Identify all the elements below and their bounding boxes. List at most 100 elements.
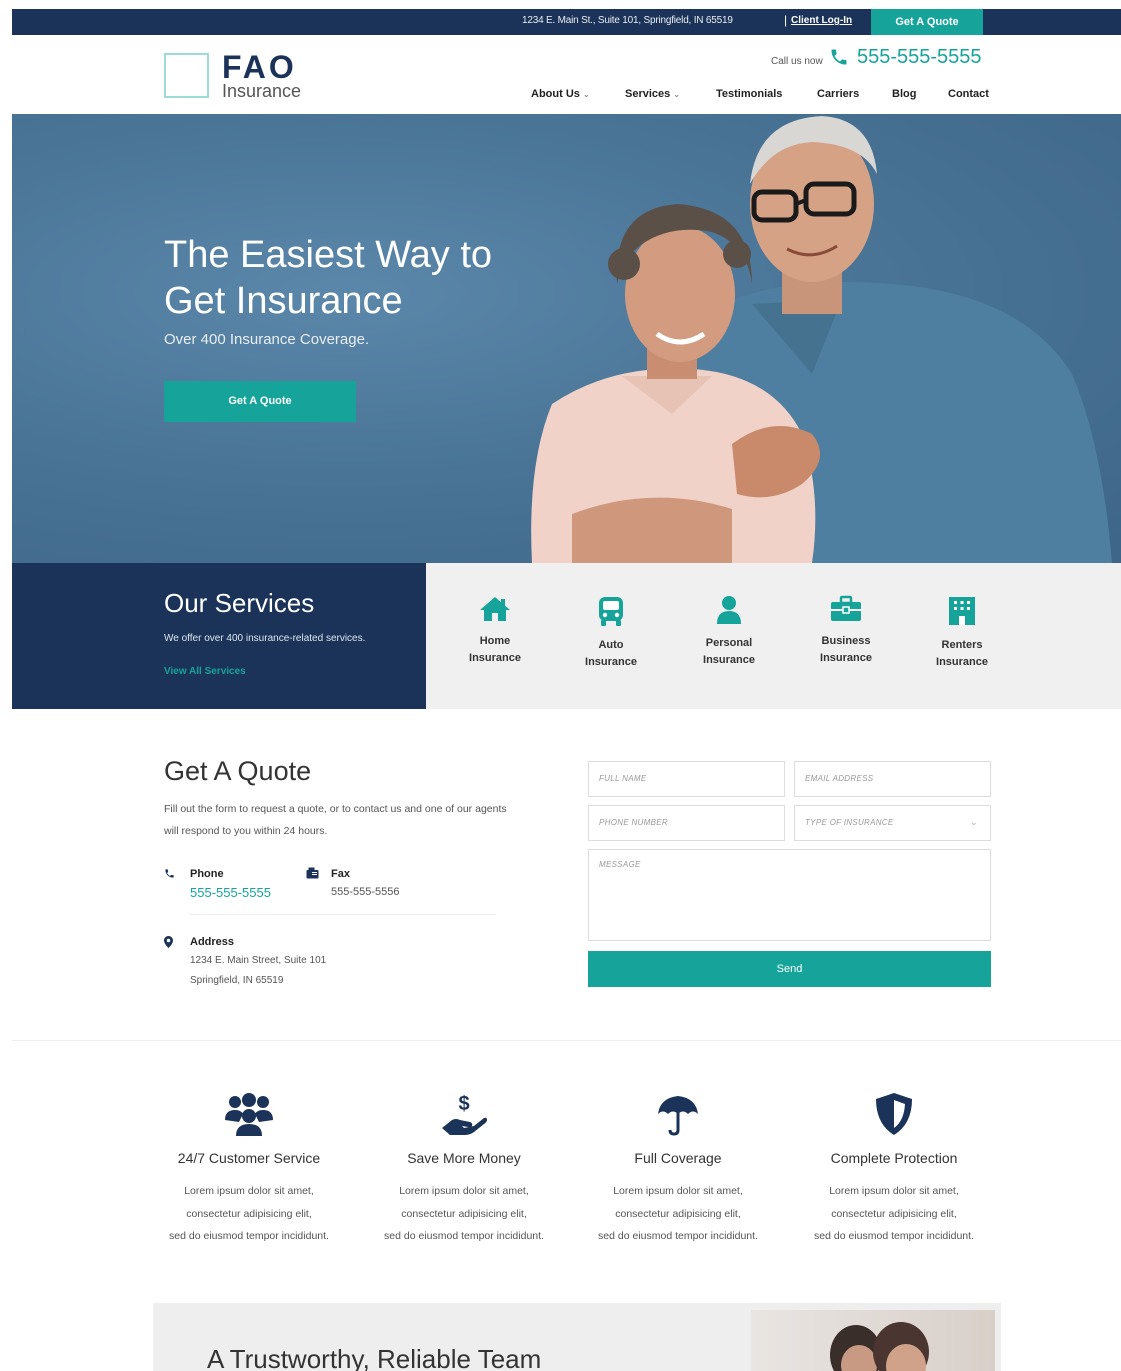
contact-phone-value[interactable]: 555-555-5555 xyxy=(190,885,271,900)
client-login-link[interactable]: Client Log-In xyxy=(791,15,852,26)
car-icon xyxy=(599,597,623,626)
feature-line: consectetur adipisicing elit, xyxy=(831,1207,957,1220)
email-field[interactable]: EMAIL ADDRESS xyxy=(794,761,991,797)
feature-full-coverage: Full Coverage Lorem ipsum dolor sit amet… xyxy=(578,1092,778,1248)
feature-title: Complete Protection xyxy=(830,1150,958,1166)
umbrella-icon xyxy=(658,1096,698,1136)
feature-line: sed do eiusmod tempor incididunt. xyxy=(169,1230,329,1242)
feature-line: consectetur adipisicing elit, xyxy=(615,1207,741,1220)
nav-blog[interactable]: Blog xyxy=(892,88,916,100)
feature-line: consectetur adipisicing elit, xyxy=(401,1207,527,1220)
logo-mark[interactable] xyxy=(164,53,209,98)
feature-description: Lorem ipsum dolor sit amet, consectetur … xyxy=(578,1180,778,1248)
feature-title: 24/7 Customer Service xyxy=(177,1150,321,1166)
hero-title-line-2: Get Insurance xyxy=(164,280,403,322)
contact-fax-label: Fax xyxy=(331,868,350,880)
feature-customer-service: 24/7 Customer Service Lorem ipsum dolor … xyxy=(149,1092,349,1248)
service-label-line1: Personal xyxy=(705,637,753,649)
contact-address-line2: Springfield, IN 65519 xyxy=(190,975,284,986)
service-label-line2: Insurance xyxy=(703,654,755,666)
feature-line: Lorem ipsum dolor sit amet, xyxy=(613,1185,743,1197)
hero-title-line-1: The Easiest Way to xyxy=(164,234,493,276)
nav-services-label: Services xyxy=(625,88,671,100)
svg-text:$: $ xyxy=(458,1093,469,1115)
service-label-line2: Insurance xyxy=(936,656,988,668)
map-pin-icon xyxy=(164,936,173,948)
services-description: We offer over 400 insurance-related serv… xyxy=(164,633,366,644)
chevron-down-icon: ⌄ xyxy=(582,90,590,99)
contact-divider xyxy=(190,914,496,915)
nav-services[interactable]: Services ⌄ xyxy=(625,88,680,100)
contact-fax-value: 555-555-5556 xyxy=(331,886,400,898)
feature-title: Full Coverage xyxy=(634,1150,722,1166)
feature-line: Lorem ipsum dolor sit amet, xyxy=(399,1185,529,1197)
service-auto-insurance[interactable]: Auto Insurance xyxy=(561,595,661,671)
nav-testimonials[interactable]: Testimonials xyxy=(716,88,782,100)
insurance-type-placeholder: TYPE OF INSURANCE xyxy=(805,818,894,827)
nav-about-us-label: About Us xyxy=(531,88,580,100)
feature-description: Lorem ipsum dolor sit amet, consectetur … xyxy=(149,1180,349,1248)
briefcase-icon xyxy=(831,595,861,621)
nav-carriers[interactable]: Carriers xyxy=(817,88,859,100)
quote-title: Get A Quote xyxy=(164,756,312,786)
service-home-insurance[interactable]: Home Insurance xyxy=(445,595,545,667)
fax-icon xyxy=(306,867,319,879)
service-label-line1: Auto xyxy=(598,639,624,651)
contact-address-label: Address xyxy=(190,936,235,948)
send-button[interactable]: Send xyxy=(588,951,991,987)
feature-description: Lorem ipsum dolor sit amet, consectetur … xyxy=(794,1180,994,1248)
phone-number-field[interactable]: PHONE NUMBER xyxy=(588,805,785,841)
nav-about-us[interactable]: About Us ⌄ xyxy=(531,88,590,100)
service-label-line1: Renters xyxy=(941,639,983,651)
contact-address-line1: 1234 E. Main Street, Suite 101 xyxy=(190,955,327,966)
contact-phone-label: Phone xyxy=(190,868,224,880)
service-personal-insurance[interactable]: Personal Insurance xyxy=(679,595,779,669)
team-photo xyxy=(751,1310,995,1371)
building-icon xyxy=(949,597,975,625)
service-renters-insurance[interactable]: Renters Insurance xyxy=(912,595,1012,671)
chevron-down-icon: ⌄ xyxy=(970,817,978,827)
header-phone-link[interactable]: 555-555-5555 xyxy=(857,46,982,69)
view-all-services-link[interactable]: View All Services xyxy=(164,666,246,677)
shield-icon xyxy=(876,1093,912,1135)
feature-title: Save More Money xyxy=(407,1150,521,1166)
money-hand-icon: $ xyxy=(442,1093,487,1135)
feature-line: Lorem ipsum dolor sit amet, xyxy=(184,1185,314,1197)
logo-subtext: Insurance xyxy=(222,81,302,101)
feature-line: consectetur adipisicing elit, xyxy=(186,1207,312,1220)
feature-complete-protection: Complete Protection Lorem ipsum dolor si… xyxy=(794,1092,994,1248)
hero-subtitle: Over 400 Insurance Coverage. xyxy=(164,331,370,348)
feature-save-money: $ Save More Money Lorem ipsum dolor sit … xyxy=(364,1092,564,1248)
service-label-line2: Insurance xyxy=(585,656,637,668)
hero-get-quote-button[interactable]: Get A Quote xyxy=(164,381,356,422)
top-address: 1234 E. Main St., Suite 101, Springfield… xyxy=(522,15,733,26)
service-business-insurance[interactable]: Business Insurance xyxy=(796,595,896,667)
call-label: Call us now xyxy=(771,56,823,67)
feature-line: sed do eiusmod tempor incididunt. xyxy=(384,1230,544,1242)
top-get-quote-button[interactable]: Get A Quote xyxy=(871,9,983,35)
feature-line: sed do eiusmod tempor incididunt. xyxy=(814,1230,974,1242)
insurance-type-select[interactable]: TYPE OF INSURANCE ⌄ xyxy=(794,805,991,841)
feature-description: Lorem ipsum dolor sit amet, consectetur … xyxy=(364,1180,564,1248)
phone-icon xyxy=(831,49,847,65)
service-label-line2: Insurance xyxy=(820,652,872,664)
chevron-down-icon: ⌄ xyxy=(673,90,681,99)
people-group-icon xyxy=(225,1093,273,1136)
message-textarea[interactable]: MESSAGE xyxy=(588,849,991,941)
quote-description: Fill out the form to request a quote, or… xyxy=(164,803,507,837)
nav-contact[interactable]: Contact xyxy=(948,88,989,100)
services-title: Our Services xyxy=(164,588,315,618)
service-label-line2: Insurance xyxy=(469,652,521,664)
top-bar: 1234 E. Main St., Suite 101, Springfield… xyxy=(12,9,1121,35)
feature-line: Lorem ipsum dolor sit amet, xyxy=(829,1185,959,1197)
service-label-line1: Business xyxy=(821,635,871,647)
person-icon xyxy=(717,596,741,624)
trust-title: A Trustworthy, Reliable Team xyxy=(207,1344,542,1371)
feature-line: sed do eiusmod tempor incididunt. xyxy=(598,1230,758,1242)
house-icon xyxy=(480,597,510,621)
full-name-field[interactable]: FULL NAME xyxy=(588,761,785,797)
phone-icon xyxy=(165,869,174,878)
service-label-line1: Home xyxy=(479,635,511,647)
team-photo-graphic xyxy=(830,1322,929,1371)
top-separator: | xyxy=(784,13,788,27)
